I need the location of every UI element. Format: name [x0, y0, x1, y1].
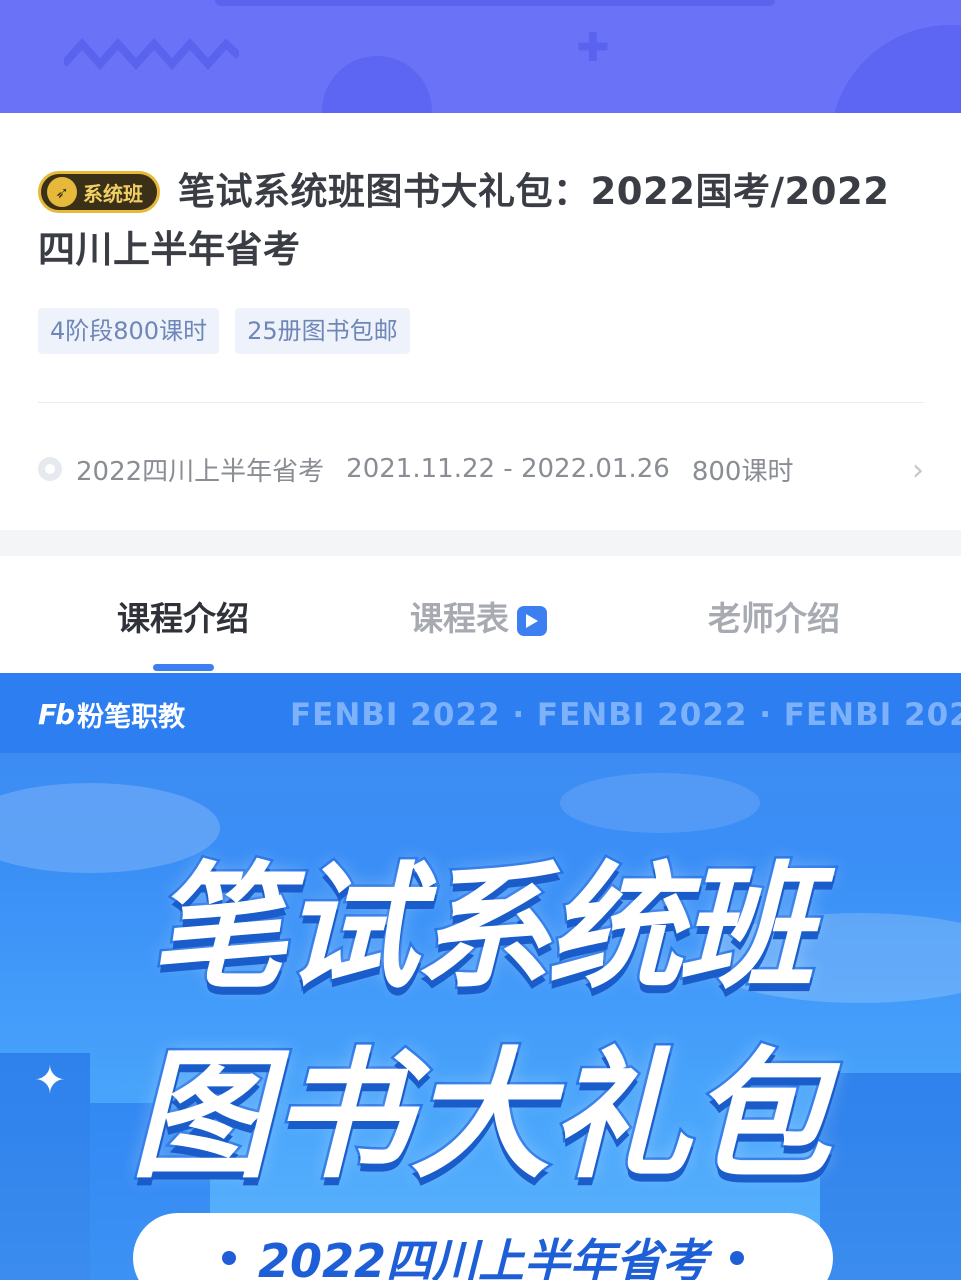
poster-headline: 笔试系统班: [148, 848, 817, 1011]
zigzag-decoration: [64, 38, 239, 70]
tab-course-intro[interactable]: 课程介绍: [117, 592, 249, 640]
class-type-badge: ➶ 系统班: [38, 171, 160, 213]
poster-headline: 图书大礼包: [128, 1033, 833, 1201]
brand-logo: Fb 粉笔职教: [38, 695, 185, 734]
dot-icon: [38, 457, 62, 481]
sparkle-icon: ✦: [34, 1058, 66, 1102]
banner-circle: [830, 25, 961, 113]
course-info-card: ➶ 系统班 笔试系统班图书大礼包：2022国考/2022四川上半年省考 4阶段8…: [0, 113, 961, 530]
schedule-hours: 800课时: [691, 456, 794, 487]
schedule-selector[interactable]: 2022四川上半年省考 2021.11.22 - 2022.01.26 800课…: [38, 441, 924, 497]
banner-bar: [215, 0, 775, 6]
brand-strip: FENBI 2022 · FENBI 2022 · FENBI 2022 ·: [290, 697, 961, 733]
bullet-dot: [730, 1251, 745, 1265]
tab-schedule[interactable]: 课程表: [410, 592, 547, 640]
schedule-exam: 2022四川上半年省考: [76, 456, 325, 487]
course-title-row: ➶ 系统班 笔试系统班图书大礼包：2022国考/2022四川上半年省考: [38, 163, 918, 279]
course-tags: 4阶段800课时 25册图书包邮: [38, 308, 410, 354]
divider: [38, 402, 924, 403]
brand-name: 粉笔职教: [77, 702, 186, 733]
plus-icon: ✚: [576, 25, 610, 71]
poster-subtitle-pill: 2022四川上半年省考: [133, 1213, 833, 1280]
schedule-date-range: 2021.11.22 - 2022.01.26: [346, 454, 670, 484]
badge-label: 系统班: [83, 181, 143, 206]
tab-bar: 课程介绍 课程表 老师介绍: [0, 556, 961, 673]
section-separator: [0, 530, 961, 556]
active-tab-indicator: [153, 664, 214, 671]
course-tag: 4阶段800课时: [38, 308, 220, 354]
chevron-right-icon[interactable]: ›: [912, 453, 924, 488]
poster-subtitle: 2022四川上半年省考: [257, 1234, 709, 1280]
banner-circle: [322, 56, 432, 113]
bullet-dot: [221, 1251, 236, 1265]
play-icon: [517, 605, 547, 636]
top-banner: ✚: [0, 0, 961, 113]
tab-label: 课程介绍: [117, 599, 249, 638]
course-title: 笔试系统班图书大礼包：2022国考/2022四川上半年省考: [38, 170, 890, 271]
rocket-icon: ➶: [47, 177, 77, 207]
poster-header: Fb 粉笔职教 FENBI 2022 · FENBI 2022 · FENBI …: [0, 673, 961, 753]
tab-label: 课程表: [410, 599, 509, 638]
brand-mark: Fb: [38, 698, 75, 731]
tab-label: 老师介绍: [708, 599, 840, 638]
course-tag: 25册图书包邮: [235, 308, 410, 354]
tab-teachers[interactable]: 老师介绍: [708, 592, 840, 640]
course-poster: Fb 粉笔职教 FENBI 2022 · FENBI 2022 · FENBI …: [0, 673, 961, 1280]
